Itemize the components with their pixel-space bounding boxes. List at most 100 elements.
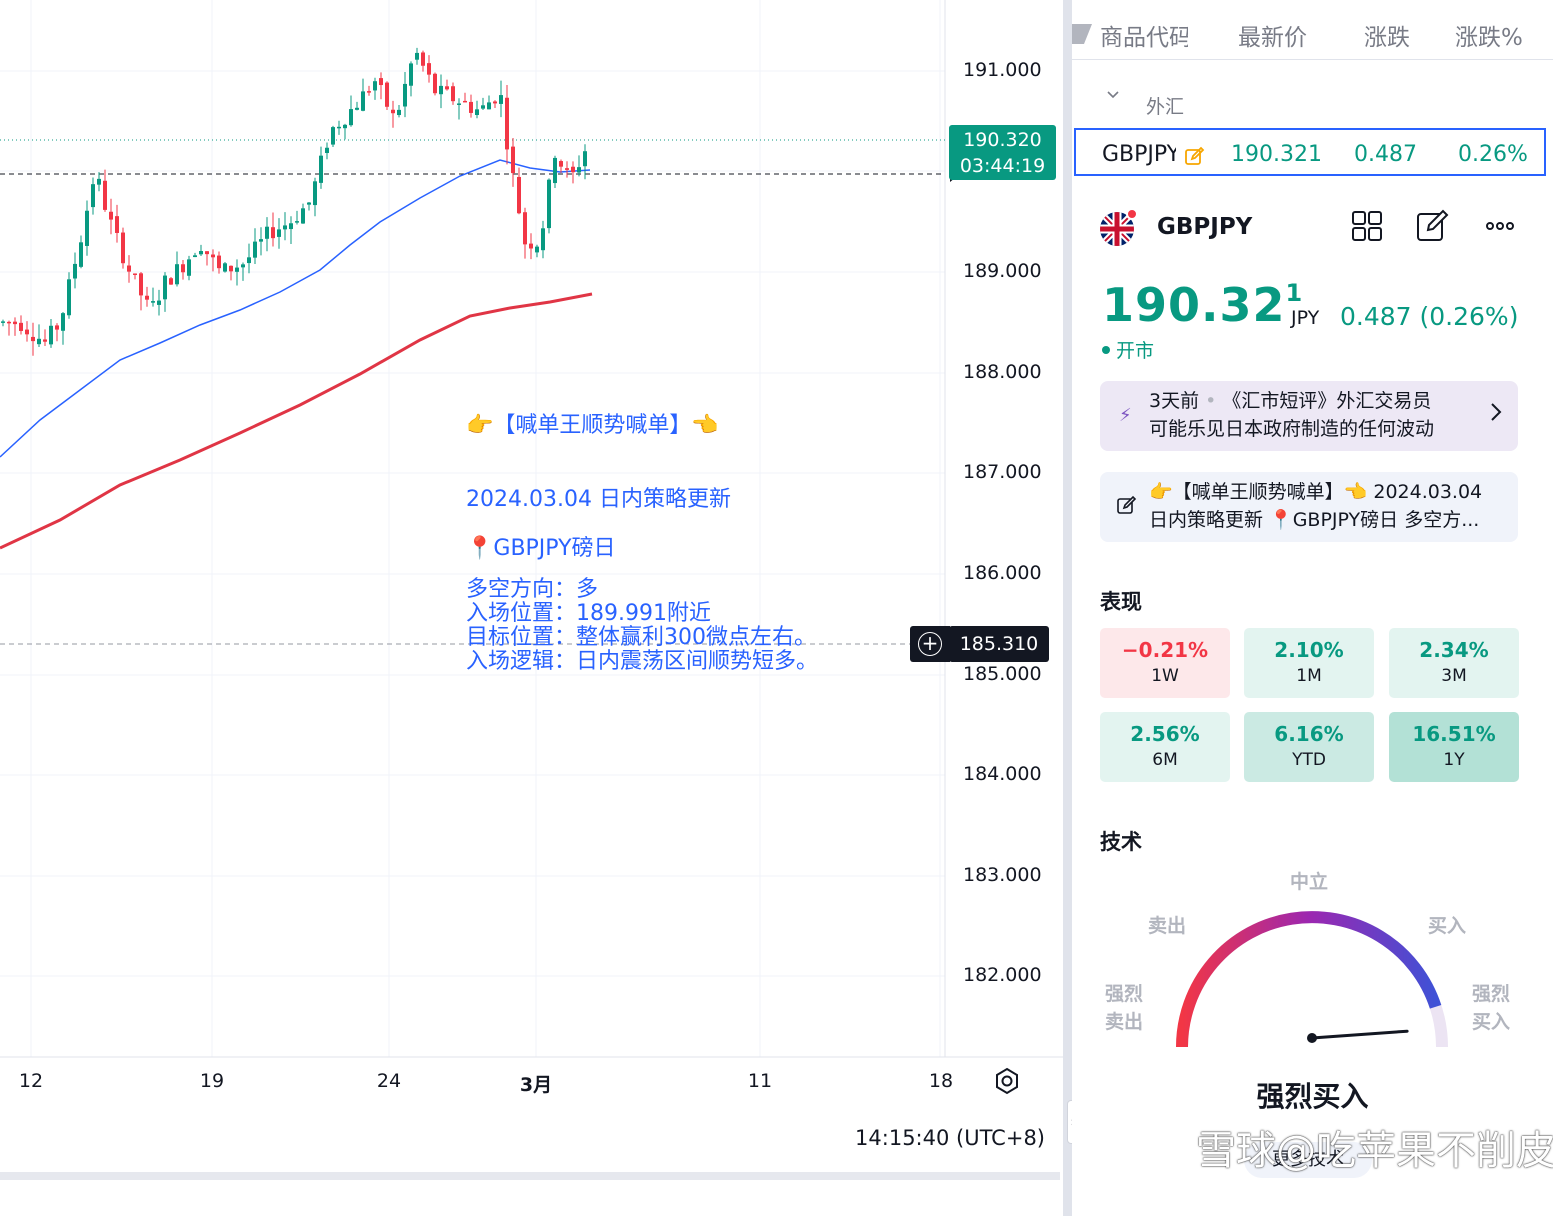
performance-tile[interactable]: 6.16% YTD <box>1244 712 1374 782</box>
price-axis-label: 188.000 <box>963 361 1042 383</box>
candle-body <box>415 52 419 60</box>
candle-body <box>397 109 401 116</box>
technicals-title: 技术 <box>1100 830 1142 854</box>
chevron-down-icon[interactable] <box>1106 88 1120 102</box>
note-edit-icon[interactable] <box>1184 145 1206 167</box>
candle-body <box>391 109 395 114</box>
candle-body <box>565 168 569 170</box>
candle-body <box>469 101 473 113</box>
annotation-line: 入场位置：189.991附近 <box>466 601 711 626</box>
market-status: 开市 <box>1102 336 1154 363</box>
row-change-pct: 0.26% <box>1458 142 1528 167</box>
current-price-tag: 190.320 03:44:19 <box>949 125 1056 180</box>
annotation-body[interactable]: 多空方向：多 入场位置：189.991附近 目标位置：整体赢利300微点左右。 … <box>466 578 818 674</box>
panel-divider[interactable] <box>1063 0 1072 1216</box>
news-time: 3天前 <box>1149 390 1200 412</box>
annotation-line: 目标位置：整体赢利300微点左右。 <box>466 625 816 650</box>
watchlist-row[interactable]: GBPJPY 190.321 0.487 0.26% <box>1074 128 1546 176</box>
performance-period: 1W <box>1151 666 1179 686</box>
performance-value: 2.56% <box>1130 722 1200 746</box>
candle-body <box>457 103 461 105</box>
idea-card[interactable]: 👉【喊单王顺势喊单】👈 2024.03.04 日内策略更新 📍GBPJPY磅日 … <box>1100 472 1518 542</box>
candle-body <box>481 105 485 109</box>
annotation-title[interactable]: 👉【喊单王顺势喊单】👈 <box>466 407 719 439</box>
price-axis-label: 184.000 <box>963 763 1042 785</box>
candle-body <box>409 63 413 86</box>
annotation-date[interactable]: 2024.03.04 日内策略更新 <box>466 481 731 513</box>
candle-body <box>31 336 35 342</box>
more-options-icon[interactable] <box>1482 208 1518 244</box>
candle-body <box>319 155 323 183</box>
candle-body <box>55 325 59 330</box>
edit-note-icon[interactable] <box>1415 208 1451 244</box>
layout-grid-icon[interactable] <box>1349 208 1385 244</box>
candle-body <box>505 97 509 150</box>
performance-tile[interactable]: −0.21% 1W <box>1100 628 1230 698</box>
column-header-change[interactable]: 涨跌 <box>1364 18 1410 52</box>
performance-value: 6.16% <box>1274 722 1344 746</box>
candle-body <box>331 127 335 145</box>
candle-body <box>421 52 425 66</box>
candle-body <box>121 232 125 264</box>
performance-value: 16.51% <box>1412 722 1496 746</box>
chart-scrollbar[interactable] <box>0 1172 1060 1180</box>
last-price-main: 190.32 <box>1102 278 1286 332</box>
candle-body <box>49 325 53 345</box>
chart-settings-icon[interactable] <box>992 1066 1022 1096</box>
chart-pane[interactable]: 191.000 189.000 188.000 187.000 186.000 … <box>0 0 1063 1216</box>
candle-body <box>223 263 227 272</box>
candle-body <box>127 265 131 272</box>
gauge-buy-label: 买入 <box>1428 915 1467 937</box>
candle-body <box>43 339 47 342</box>
price-axis-label: 186.000 <box>963 562 1042 584</box>
gauge-label-line: 强烈 <box>1472 983 1511 1005</box>
news-headline-line2: 可能乐见日本政府制造的任何波动 <box>1149 418 1435 440</box>
column-header-symbol[interactable]: 商品代码 <box>1100 18 1188 52</box>
column-header-last[interactable]: 最新价 <box>1238 18 1307 52</box>
candle-body <box>307 202 311 205</box>
chevron-right-icon <box>1491 403 1502 421</box>
performance-period: 1M <box>1296 666 1322 686</box>
price-currency: JPY <box>1291 307 1320 329</box>
performance-title: 表现 <box>1100 590 1142 614</box>
candle-body <box>163 275 167 300</box>
watchlist-group[interactable]: 外汇 <box>1072 82 1553 122</box>
app-root: 191.000 189.000 188.000 187.000 186.000 … <box>0 0 1553 1216</box>
lightning-icon: ⚡ <box>1119 405 1132 426</box>
technicals-verdict: 强烈买入 <box>1256 1080 1369 1113</box>
add-alert-button[interactable]: + <box>910 626 950 662</box>
candle-body <box>67 279 71 316</box>
price-axis-label: 189.000 <box>963 260 1042 282</box>
candle-body <box>373 81 377 91</box>
candle-body <box>205 251 209 255</box>
performance-tile[interactable]: 2.56% 6M <box>1100 712 1230 782</box>
annotation-symbol[interactable]: 📍GBPJPY磅日 <box>466 530 616 562</box>
performance-period: 3M <box>1441 666 1467 686</box>
candle-body <box>325 147 329 154</box>
chart-clock[interactable]: 14:15:40 (UTC+8) <box>855 1126 1045 1150</box>
watchlist-panel: 商品代码 最新价 涨跌 涨跌% 外汇 GBPJPY 190.321 0.487 … <box>1072 0 1553 1216</box>
performance-tile[interactable]: 16.51% 1Y <box>1389 712 1519 782</box>
column-header-change-pct[interactable]: 涨跌% <box>1455 18 1523 52</box>
candle-body <box>37 338 41 345</box>
time-axis-label: 24 <box>376 1070 402 1092</box>
candle-body <box>529 243 533 249</box>
performance-tile[interactable]: 2.34% 3M <box>1389 628 1519 698</box>
news-card[interactable]: ⚡ 3天前 • 《汇市短评》外汇交易员 可能乐见日本政府制造的任何波动 <box>1100 381 1518 451</box>
detail-symbol[interactable]: GBPJPY <box>1157 214 1252 240</box>
candle-body <box>175 264 179 285</box>
candle-body <box>385 82 389 107</box>
candle-body <box>361 91 365 111</box>
price-axis-label: 183.000 <box>963 864 1042 886</box>
candle-body <box>253 241 257 258</box>
performance-tile[interactable]: 2.10% 1M <box>1244 628 1374 698</box>
candle-body <box>79 242 83 267</box>
candle-body <box>169 278 173 285</box>
time-axis-label: 12 <box>18 1070 44 1092</box>
price-axis-label: 187.000 <box>963 461 1042 483</box>
technicals-gauge[interactable] <box>1172 900 1452 1070</box>
group-label: 外汇 <box>1146 96 1185 118</box>
candle-body <box>1 321 5 323</box>
column-drag-icon[interactable] <box>1072 24 1092 44</box>
gauge-strong-buy-label: 强烈 买入 <box>1472 980 1510 1036</box>
